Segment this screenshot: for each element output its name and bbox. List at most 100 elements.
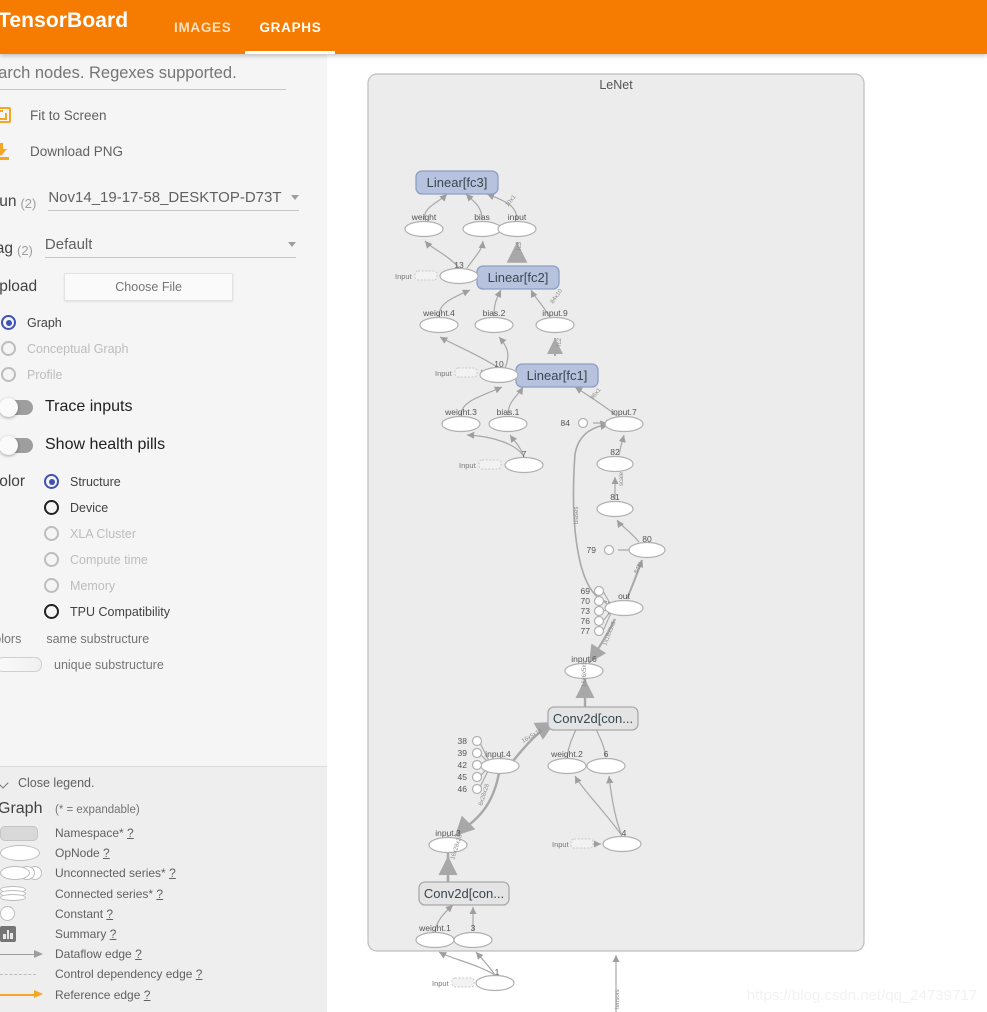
radio-device[interactable]: Device (44, 500, 108, 515)
legend-item-label: Namespace* ? (55, 826, 134, 841)
svg-text:Conv2d[con...: Conv2d[con... (553, 711, 633, 726)
choose-file-button[interactable]: Choose File (64, 273, 234, 301)
legend-item-label: Connected series* ? (55, 886, 164, 901)
input-stub: Input (552, 838, 594, 849)
node-linear-fc1[interactable]: Linear[fc1] (515, 363, 599, 388)
tab-graphs[interactable]: GRAPHS (245, 0, 336, 54)
svg-text:69: 69 (581, 586, 591, 596)
node-linear-fc3[interactable]: Linear[fc3] (415, 170, 499, 195)
substructure-gradient-swatch (0, 657, 42, 672)
show-health-pills-label: Show health pills (45, 436, 166, 453)
node-conv2d-upper[interactable]: Conv2d[con... (547, 706, 639, 731)
chevron-down-icon (291, 195, 300, 200)
tag-value: Default (44, 236, 93, 253)
svg-text:16x6x5x5: 16x6x5x5 (582, 661, 588, 687)
help-link[interactable]: ? (110, 927, 117, 941)
search-input[interactable] (0, 62, 286, 90)
help-link[interactable]: ? (135, 947, 142, 961)
svg-text:Input: Input (432, 979, 450, 988)
colors-label: colors (0, 632, 22, 646)
help-link[interactable]: ? (106, 907, 113, 921)
download-png-button[interactable]: Download PNG (0, 138, 123, 164)
run-select[interactable]: Nov14_19-17-58_DESKTOP-D73T (48, 189, 300, 211)
chevron-down-icon (0, 778, 9, 789)
radio-conceptual-graph[interactable]: Conceptual Graph (1, 341, 128, 356)
svg-text:out: out (618, 591, 630, 601)
left-sidebar: Fit to Screen Download PNG Run (2) Nov14… (0, 54, 328, 1012)
radio-compute-time[interactable]: Compute time (44, 552, 148, 567)
help-link[interactable]: ? (169, 866, 176, 880)
help-link[interactable]: ? (156, 887, 163, 901)
close-legend-button[interactable]: Close legend. (0, 776, 94, 790)
svg-text:3: 3 (471, 923, 476, 933)
svg-text:45: 45 (458, 772, 468, 782)
radio-conceptual-graph-indicator (1, 341, 16, 356)
svg-text:fc3: fc3 (517, 241, 523, 250)
radio-graph[interactable]: Graph (1, 315, 62, 330)
radio-profile[interactable]: Profile (1, 367, 62, 382)
svg-text:38: 38 (458, 736, 468, 746)
svg-text:42: 42 (458, 760, 468, 770)
radio-xla-cluster[interactable]: XLA Cluster (44, 526, 136, 541)
help-link[interactable]: ? (144, 988, 151, 1002)
radio-structure[interactable]: Structure (44, 474, 121, 489)
svg-text:bias.1: bias.1 (497, 407, 520, 417)
legend-items: Namespace* ? OpNode ? Unconnected series… (0, 823, 327, 1005)
radio-tpu-compatibility-label: TPU Compatibility (70, 604, 171, 619)
legend-item: Namespace* ? (0, 823, 327, 843)
tag-select[interactable]: Default (44, 236, 296, 258)
close-legend-label: Close legend. (18, 776, 95, 790)
download-png-label: Download PNG (30, 143, 124, 159)
radio-tpu-compatibility[interactable]: TPU Compatibility (44, 604, 170, 619)
summary-icon (0, 926, 55, 943)
node-linear-fc2[interactable]: Linear[fc2] (476, 265, 560, 290)
fit-to-screen-icon (0, 107, 30, 123)
svg-text:46: 46 (458, 784, 468, 794)
op-node: weight.4 (419, 308, 459, 334)
colors-legend-row-unique: unique substructure (0, 657, 164, 672)
node-conv2d-lower[interactable]: Conv2d[con... (418, 881, 510, 906)
legend-item: Control dependency edge ? (0, 964, 327, 984)
legend-item: Connected series* ? (0, 884, 327, 904)
tab-images[interactable]: IMAGES (160, 0, 245, 54)
svg-text:weight: weight (411, 212, 437, 222)
help-link[interactable]: ? (103, 846, 110, 860)
radio-xla-cluster-label: XLA Cluster (70, 526, 137, 541)
upload-row: Upload Choose File (0, 273, 234, 301)
trace-inputs-toggle[interactable]: Trace inputs (0, 397, 132, 417)
legend-item: Constant ? (0, 904, 327, 924)
legend-note: (* = expandable) (55, 804, 140, 816)
radio-compute-time-label: Compute time (70, 552, 148, 567)
svg-text:scale: scale (619, 471, 625, 486)
help-link[interactable]: ? (127, 826, 134, 840)
help-link[interactable]: ? (196, 967, 203, 981)
op-node: weight.1 (415, 923, 455, 949)
legend-item: Summary ? (0, 924, 327, 944)
fit-to-screen-button[interactable]: Fit to Screen (0, 102, 107, 128)
legend-panel: Close legend. Graph (* = expandable) Nam… (0, 766, 327, 1012)
constant-icon (0, 906, 55, 922)
tag-label: Tag (0, 240, 13, 257)
run-count: (2) (20, 196, 37, 211)
op-node: 1 (475, 967, 515, 992)
svg-text:79: 79 (587, 545, 597, 555)
trace-inputs-switch (0, 397, 33, 417)
legend-item: OpNode ? (0, 843, 327, 863)
svg-text:weight.2: weight.2 (550, 749, 583, 759)
svg-text:weight.3: weight.3 (444, 407, 477, 417)
show-health-pills-switch (0, 435, 33, 455)
colors-legend-row-same: colors same substructure (0, 632, 149, 646)
legend-item-label: Control dependency edge ? (55, 967, 203, 982)
chevron-down-icon (287, 242, 296, 247)
svg-text:Conv2d[con...: Conv2d[con... (424, 886, 504, 901)
radio-memory[interactable]: Memory (44, 578, 115, 593)
download-icon (0, 142, 30, 160)
svg-text:Linear[fc2]: Linear[fc2] (488, 270, 549, 285)
show-health-pills-toggle[interactable]: Show health pills (0, 435, 166, 455)
input-stub: Input (432, 977, 475, 988)
namespace-icon (0, 825, 55, 841)
control-dependency-edge-icon (0, 969, 55, 979)
graph-canvas[interactable]: LeNet Linear[fc3] Linear[fc2] Linear[fc1… (327, 54, 987, 1012)
svg-text:tensors: tensors (615, 989, 621, 1009)
svg-text:biases: biases (574, 507, 580, 524)
